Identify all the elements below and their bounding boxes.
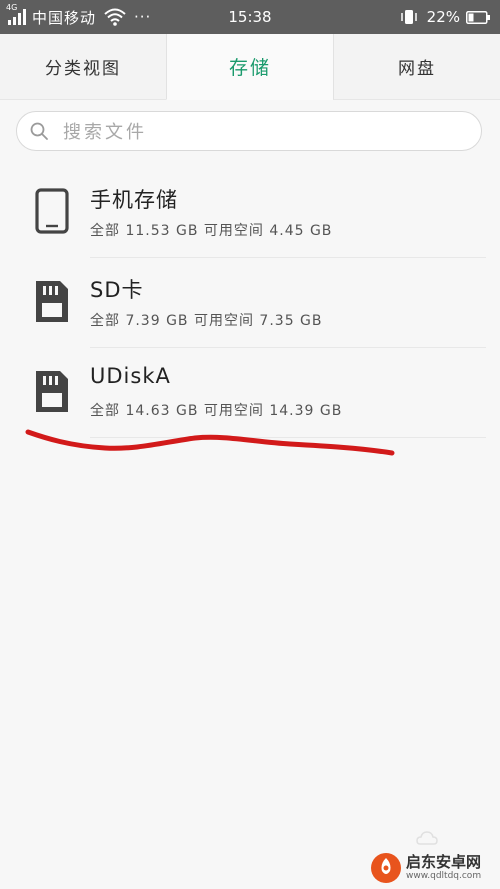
storage-item-title: UDiskA [90, 364, 171, 388]
more-notifications-indicator: ··· [134, 8, 152, 26]
watermark-text: 启东安卓网 www.qdltdq.com [406, 855, 481, 881]
storage-item-udisk[interactable]: UDiskA 全部 14.63 GB 可用空间 14.39 GB [0, 348, 500, 438]
status-bar: 4G 中国移动 ··· 15:38 22% [0, 0, 500, 34]
network-type-label: 4G [6, 3, 18, 12]
search-input[interactable]: 搜索文件 [16, 111, 482, 151]
tab-bar: 分类视图 存储 网盘 [0, 34, 500, 100]
carrier-name: 中国移动 [32, 8, 97, 27]
vibrate-icon [400, 10, 417, 24]
watermark-url: www.qdltdq.com [406, 871, 482, 881]
sd-card-icon [36, 371, 68, 412]
watermark: 启东安卓网 www.qdltdq.com [370, 850, 498, 886]
battery-icon [466, 10, 490, 24]
storage-item-phone[interactable]: 手机存储 全部 11.53 GB 可用空间 4.45 GB [0, 168, 500, 258]
watermark-name: 启东安卓网 [406, 853, 482, 871]
storage-item-title: SD卡 [90, 278, 144, 302]
storage-item-detail: 全部 11.53 GB 可用空间 4.45 GB [90, 223, 333, 239]
tab-category-view[interactable]: 分类视图 [0, 34, 166, 100]
wifi-icon [104, 8, 126, 26]
storage-item-sd-card[interactable]: SD卡 全部 7.39 GB 可用空间 7.35 GB [0, 258, 500, 348]
storage-item-detail: 全部 7.39 GB 可用空间 7.35 GB [90, 313, 323, 329]
storage-item-detail: 全部 14.63 GB 可用空间 14.39 GB [90, 403, 343, 419]
faded-cloud-icon [416, 831, 438, 845]
storage-list: 手机存储 全部 11.53 GB 可用空间 4.45 GB SD卡 全部 7.3… [0, 168, 500, 438]
status-bar-right: 22% [399, 0, 490, 34]
status-bar-left: 4G 中国移动 ··· [6, 0, 151, 34]
phone-icon [35, 188, 69, 234]
battery-percent: 22% [426, 8, 460, 26]
search-placeholder: 搜索文件 [63, 122, 147, 143]
tab-cloud-drive[interactable]: 网盘 [333, 34, 500, 100]
tab-storage[interactable]: 存储 [166, 34, 333, 100]
watermark-logo-icon [371, 853, 401, 883]
divider [90, 437, 486, 438]
search-icon [30, 122, 48, 140]
storage-item-title: 手机存储 [90, 188, 178, 212]
sd-card-icon [36, 281, 68, 322]
